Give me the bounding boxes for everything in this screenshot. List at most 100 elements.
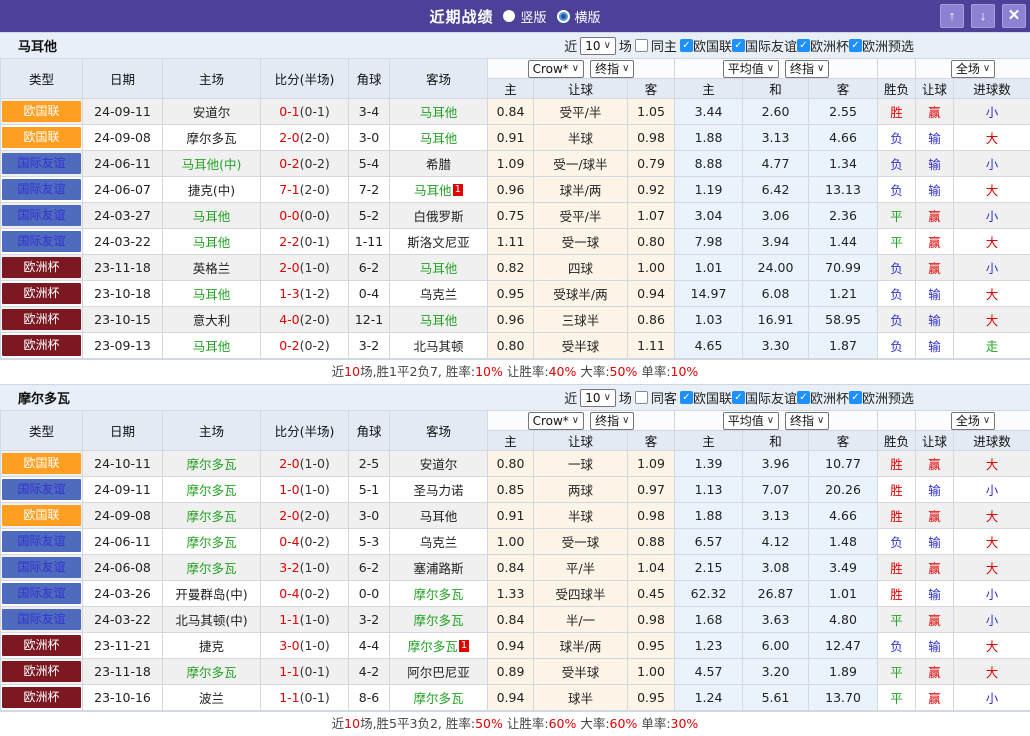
summary-segment: 近 — [332, 364, 345, 379]
full-score: 1-1 — [279, 690, 299, 705]
away-team-cell: 摩尔多瓦 — [390, 685, 488, 711]
col-header-corner: 角球 — [349, 59, 390, 99]
move-up-button[interactable]: ↑ — [940, 4, 964, 28]
rows-count-select[interactable]: 10 ∨ — [580, 389, 616, 407]
league-checkbox[interactable]: ✓ — [797, 391, 810, 404]
section-malta: 马耳他 近 10 ∨ 场 同主 ✓ 欧国联 ✓ 国际友谊 ✓ 欧洲杯 — [0, 32, 1030, 384]
score-cell: 0-2(0-2) — [261, 151, 349, 177]
sub-header-avg-away: 客 — [809, 431, 878, 451]
chevron-down-icon: ∨ — [767, 416, 774, 426]
close-button[interactable]: ✕ — [1002, 4, 1026, 28]
table-row: 欧国联 24-09-11 安道尔 0-1(0-1) 3-4 马耳他 0.84 受… — [1, 99, 1030, 125]
avg-away-cell: 1.44 — [809, 229, 878, 255]
avg-draw-cell: 3.08 — [743, 555, 809, 581]
home-odds-cell: 0.94 — [488, 685, 534, 711]
scope-select[interactable]: 全场∨ — [951, 412, 995, 430]
result-value: 负 — [890, 157, 903, 172]
result-value: 负 — [890, 131, 903, 146]
league-type-cell: 欧洲杯 — [1, 633, 83, 659]
avg-draw-cell: 3.94 — [743, 229, 809, 255]
league-checkbox[interactable]: ✓ — [732, 391, 745, 404]
goals-cell: 大 — [954, 555, 1030, 581]
home-team: 马耳他 — [193, 235, 231, 250]
odds-stage-select[interactable]: 终指∨ — [590, 60, 634, 78]
goals-cell: 大 — [954, 307, 1030, 333]
avg-away-cell: 13.70 — [809, 685, 878, 711]
league-badge: 欧国联 — [2, 101, 81, 122]
avg-draw-cell: 4.77 — [743, 151, 809, 177]
half-score: (1-2) — [300, 286, 330, 301]
league-checkbox-label: 欧洲杯 — [810, 36, 849, 55]
average-stage-select[interactable]: 终指∨ — [785, 412, 829, 430]
date-cell: 24-06-11 — [83, 151, 163, 177]
score-cell: 1-3(1-2) — [261, 281, 349, 307]
result-cell: 胜 — [878, 99, 916, 125]
corner-cell: 0-0 — [349, 581, 390, 607]
league-checkbox[interactable]: ✓ — [680, 39, 693, 52]
away-odds-cell: 1.05 — [628, 99, 675, 125]
chevron-down-icon: ∨ — [622, 64, 629, 74]
bookmaker-select[interactable]: Crow*∨ — [528, 60, 585, 78]
scope-select[interactable]: 全场∨ — [951, 60, 995, 78]
home-team: 北马其顿(中) — [175, 613, 247, 628]
result-value: 胜 — [890, 587, 903, 602]
league-type-cell: 欧国联 — [1, 99, 83, 125]
corner-cell: 8-6 — [349, 685, 390, 711]
table-row: 国际友谊 24-03-22 马耳他 2-2(0-1) 1-11 斯洛文尼亚 1.… — [1, 229, 1030, 255]
filter-row: 摩尔多瓦 近 10 ∨ 场 同客 ✓ 欧国联 ✓ 国际友谊 ✓ 欧洲杯 — [0, 384, 1030, 410]
same-away-checkbox[interactable] — [635, 391, 648, 404]
away-odds-cell: 0.86 — [628, 307, 675, 333]
league-checkbox[interactable]: ✓ — [680, 391, 693, 404]
bookmaker-select[interactable]: Crow*∨ — [528, 412, 585, 430]
score-cell: 1-0(1-0) — [261, 477, 349, 503]
league-checkbox[interactable]: ✓ — [797, 39, 810, 52]
away-odds-cell: 0.98 — [628, 503, 675, 529]
table-row: 国际友谊 24-03-22 北马其顿(中) 1-1(1-0) 3-2 摩尔多瓦 … — [1, 607, 1030, 633]
radio-selected-icon[interactable] — [503, 10, 515, 22]
corner-cell: 1-11 — [349, 229, 390, 255]
layout-option-horizontal[interactable]: 横版 — [557, 7, 601, 26]
average-source-select[interactable]: 平均值∨ — [723, 60, 779, 78]
result-cell: 平 — [878, 607, 916, 633]
hcp-result-value: 输 — [928, 131, 941, 146]
league-badge: 欧洲杯 — [2, 309, 81, 330]
title-bar: 近期战绩 竖版 横版 ↑ ↓ ✕ — [0, 0, 1030, 32]
home-team-cell: 摩尔多瓦 — [163, 451, 261, 477]
away-team: 马耳他 — [420, 105, 458, 120]
average-source-select[interactable]: 平均值∨ — [723, 412, 779, 430]
date-cell: 24-03-22 — [83, 229, 163, 255]
away-team: 摩尔多瓦 — [413, 587, 463, 602]
league-badge: 国际友谊 — [2, 479, 81, 500]
home-team: 马耳他(中) — [182, 157, 242, 172]
league-checkbox[interactable]: ✓ — [732, 39, 745, 52]
layout-option-vertical[interactable]: 竖版 — [503, 7, 546, 26]
league-badge: 国际友谊 — [2, 179, 81, 200]
league-checkbox[interactable]: ✓ — [849, 39, 862, 52]
away-odds-cell: 1.11 — [628, 333, 675, 359]
average-stage-select[interactable]: 终指∨ — [785, 60, 829, 78]
league-checkbox[interactable]: ✓ — [849, 391, 862, 404]
handicap-cell: 两球 — [534, 477, 628, 503]
date-cell: 24-09-08 — [83, 125, 163, 151]
goals-value: 大 — [986, 287, 999, 302]
home-odds-cell: 1.11 — [488, 229, 534, 255]
table-row: 国际友谊 24-06-11 摩尔多瓦 0-4(0-2) 5-3 乌克兰 1.00… — [1, 529, 1030, 555]
date-cell: 23-11-18 — [83, 659, 163, 685]
league-badge: 国际友谊 — [2, 609, 81, 630]
rows-count-select[interactable]: 10 ∨ — [580, 37, 616, 55]
same-home-checkbox[interactable] — [635, 39, 648, 52]
avg-away-cell: 1.34 — [809, 151, 878, 177]
league-checkbox-label: 欧国联 — [693, 388, 732, 407]
check-icon: ✓ — [682, 392, 690, 403]
radio-unselected-icon[interactable] — [557, 10, 570, 23]
full-score: 2-2 — [279, 234, 299, 249]
league-type-cell: 国际友谊 — [1, 529, 83, 555]
summary-segment: 大率: — [576, 716, 609, 731]
goals-cell: 大 — [954, 451, 1030, 477]
table-row: 欧洲杯 23-10-18 马耳他 1-3(1-2) 0-4 乌克兰 0.95 受… — [1, 281, 1030, 307]
team-name: 马耳他 — [0, 36, 57, 55]
away-odds-cell: 0.95 — [628, 685, 675, 711]
odds-stage-select[interactable]: 终指∨ — [590, 412, 634, 430]
move-down-button[interactable]: ↓ — [971, 4, 995, 28]
summary-segment: 10% — [671, 364, 699, 379]
